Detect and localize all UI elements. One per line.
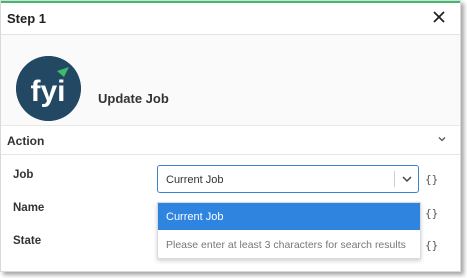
dialog-header: Step 1 bbox=[1, 3, 460, 35]
action-section-header[interactable]: Action bbox=[1, 126, 460, 155]
dropdown-option-label: Current Job bbox=[166, 211, 224, 223]
state-label: State bbox=[13, 235, 42, 247]
step-dialog: Step 1 fyi Update Job Action Job Current… bbox=[0, 0, 461, 272]
dropdown-hint: Please enter at least 3 characters for s… bbox=[166, 239, 406, 251]
section-title: Action bbox=[7, 134, 45, 148]
state-variable-button[interactable]: {} bbox=[425, 239, 438, 252]
chevron-down-icon[interactable] bbox=[402, 175, 412, 183]
logo-lettering: fyi bbox=[30, 75, 65, 108]
chevron-down-icon[interactable] bbox=[438, 136, 446, 142]
fyi-logo: fyi bbox=[16, 56, 81, 121]
action-title: Update Job bbox=[98, 91, 169, 106]
select-divider bbox=[394, 171, 395, 187]
name-variable-button[interactable]: {} bbox=[425, 207, 438, 220]
name-label: Name bbox=[13, 202, 45, 214]
job-variable-button[interactable]: {} bbox=[425, 173, 438, 186]
job-select-value: Current Job bbox=[166, 174, 224, 186]
step-title: Step 1 bbox=[7, 11, 47, 26]
dropdown-option-current-job[interactable]: Current Job bbox=[158, 203, 420, 230]
job-label: Job bbox=[13, 169, 34, 181]
close-icon[interactable] bbox=[430, 8, 448, 26]
job-select[interactable]: Current Job bbox=[157, 165, 419, 193]
job-dropdown-menu: Current Job Please enter at least 3 char… bbox=[157, 202, 421, 259]
app-hero: fyi Update Job bbox=[1, 35, 460, 126]
